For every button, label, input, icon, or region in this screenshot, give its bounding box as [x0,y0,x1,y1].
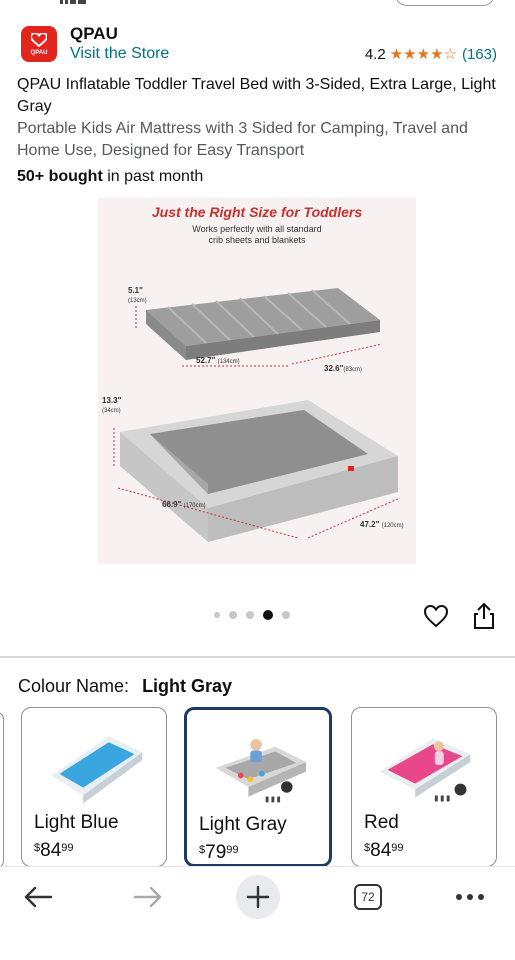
bought-count: 50+ bought [17,168,103,185]
more-dots-icon [456,894,484,900]
arrow-left-icon [24,886,53,908]
brand-name: QPAU [70,24,118,43]
rating-count[interactable]: (163) [462,46,497,63]
swatch-red[interactable]: Red $84 99 [351,707,497,867]
brand-logo-text: QPAU [30,50,48,56]
carousel-dot-active[interactable] [263,610,273,620]
forward-button[interactable] [128,877,168,917]
swatch-price: $84 99 [364,840,404,861]
mattress-illustration [113,288,401,542]
back-button[interactable] [18,877,58,917]
swatch-thumbnail [51,736,143,804]
swatch-thumbnail [215,739,306,803]
star-half-icon: ☆ [443,46,457,63]
star-full-icon: ★ [430,46,444,63]
new-tab-button[interactable] [236,875,280,919]
tabs-button[interactable]: 72 [348,877,388,917]
more-menu-button[interactable] [450,877,490,917]
heart-icon[interactable] [423,603,449,629]
swatch-light-blue[interactable]: Light Blue $84 99 [21,707,167,867]
swatch-offscreen[interactable] [0,712,4,868]
swatch-thumbnail [379,738,471,802]
swatch-name: Light Gray [199,814,287,835]
dimension-width-2: 47.2" (120cm) [360,520,404,529]
swatch-price: $79 99 [199,842,239,863]
carousel-dot[interactable] [282,611,290,619]
bought-rest: in past month [102,168,204,185]
swatch-name: Red [364,812,399,833]
status-icons [60,0,100,4]
dimension-height-2: 13.3" (34cm) [102,396,122,414]
dimension-length-2: 66.9" (170cm) [162,500,206,509]
brand-row: QPAU QPAU Visit the Store 4.2 ★ ★ ★ ★ ☆ … [0,22,515,68]
sponsored-pill[interactable] [395,0,495,6]
colour-value: Light Gray [142,676,233,696]
rating[interactable]: 4.2 ★ ★ ★ ★ ☆ (163) [365,46,497,63]
star-rating: ★ ★ ★ ★ ☆ [390,47,457,62]
star-full-icon: ★ [403,46,417,63]
dimension-width-1: 32.6"(83cm) [324,364,363,373]
carousel-dot[interactable] [246,611,254,619]
product-title: QPAU Inflatable Toddler Travel Bed with … [17,76,496,115]
star-full-icon: ★ [416,46,431,63]
colour-label: Colour Name: [18,676,130,696]
arrow-right-icon [133,886,162,908]
carousel-dot[interactable] [229,611,237,619]
bought-in-past-month: 50+ bought in past month [17,168,203,186]
section-divider [0,656,515,658]
carousel-dot[interactable] [214,612,220,618]
dimension-length-1: 52.7" (134cm) [196,356,240,365]
status-bar [0,0,515,12]
star-full-icon: ★ [389,46,404,63]
swatch-price: $84 99 [34,840,74,861]
browser-bottom-bar: 72 [0,866,515,960]
swatch-name: Light Blue [34,812,119,833]
carousel-dots[interactable] [214,609,304,621]
tab-count: 72 [354,884,382,910]
brand-logo[interactable]: QPAU [21,26,57,62]
plus-icon [246,885,270,909]
product-subtitle: Portable Kids Air Mattress with 3 Sided … [17,120,468,159]
share-icon[interactable] [472,602,496,630]
colour-name-row: Colour Name: Light Gray [18,676,232,697]
brand-heart-icon [31,33,47,47]
swatch-light-gray[interactable]: Light Gray $79 99 [184,707,332,867]
dimension-height-1: 5.1" (13cm) [128,286,147,304]
rating-value: 4.2 [364,46,386,63]
product-image[interactable]: Just the Right Size for Toddlers Works p… [98,198,416,564]
visit-store-link[interactable]: Visit the Store [70,45,169,63]
